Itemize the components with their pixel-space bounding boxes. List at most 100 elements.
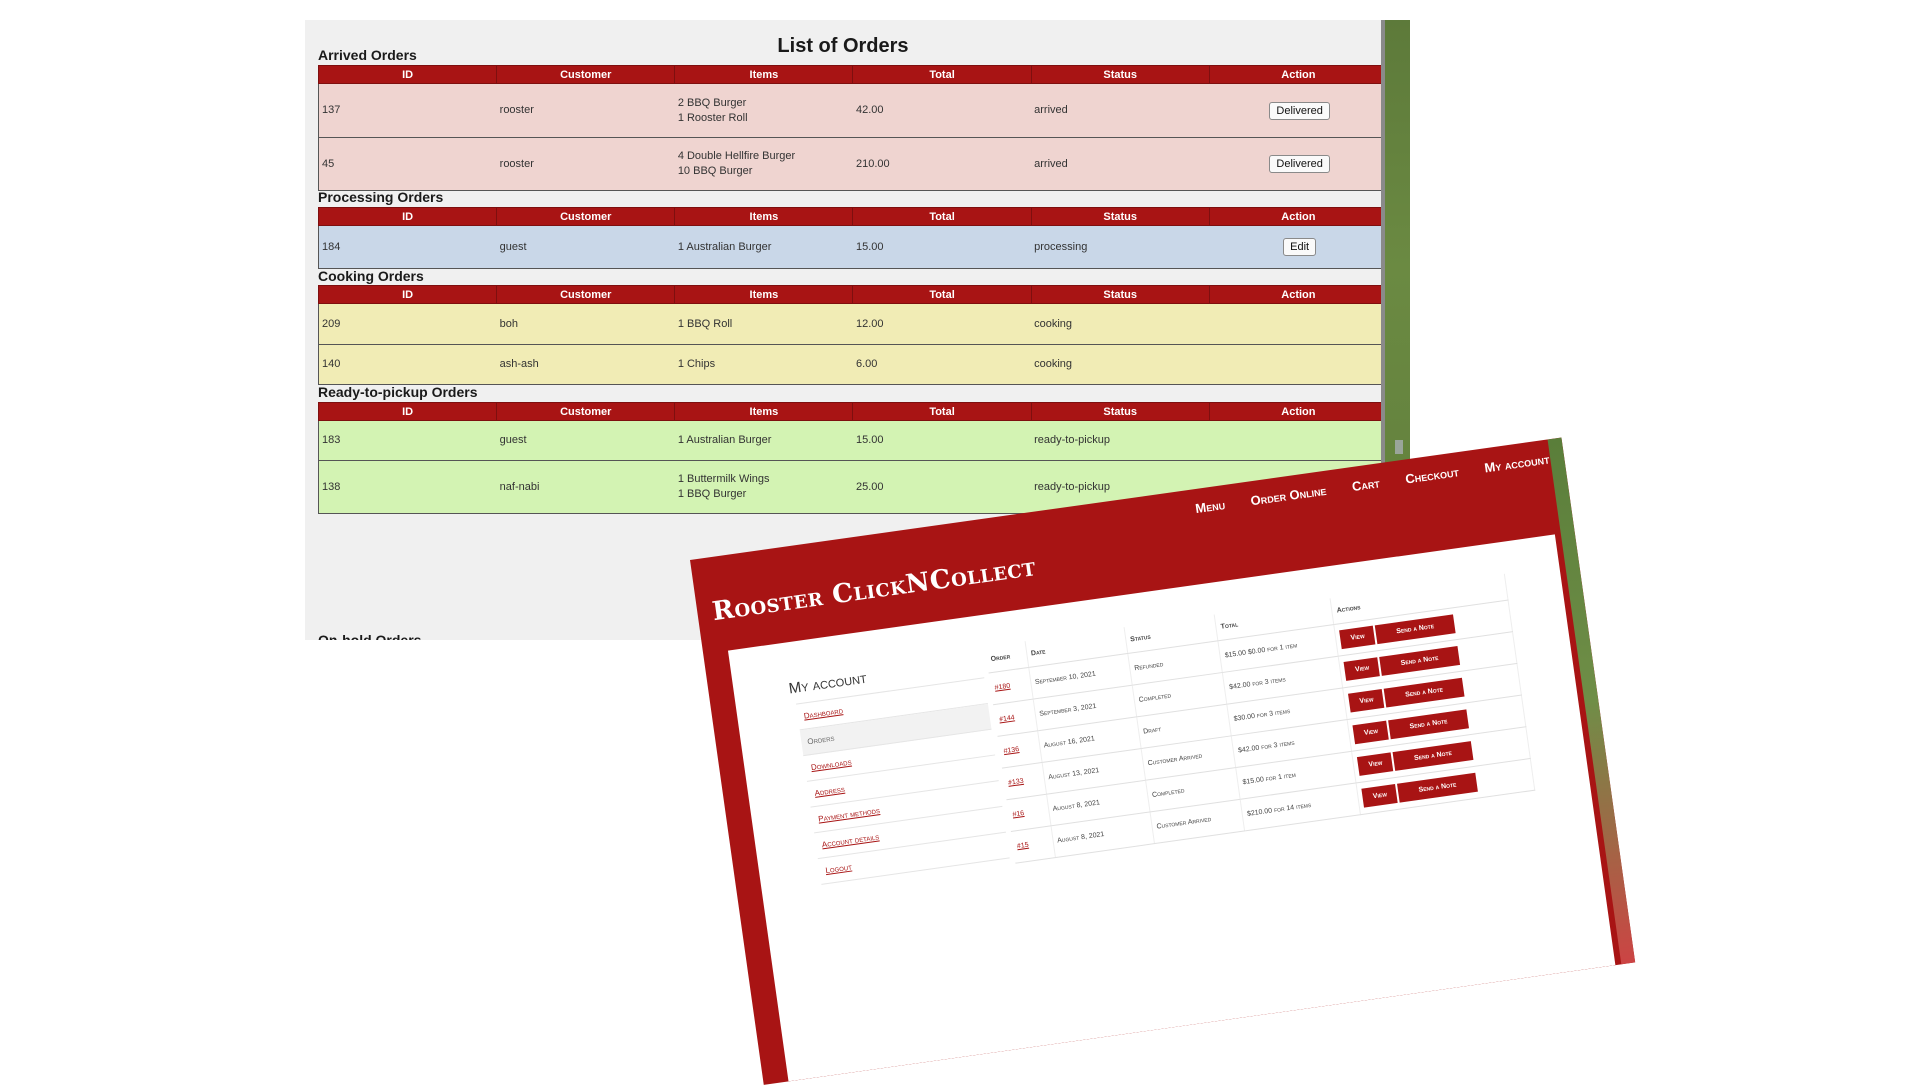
send-note-button[interactable]: Send a Note [1375,614,1456,645]
column-header: Action [1208,402,1389,421]
send-note-button[interactable]: Send a Note [1393,741,1473,771]
items-cell: 1 Australian Burger [674,225,853,269]
send-note-button[interactable]: Send a Note [1384,677,1465,708]
delivered-button[interactable]: Delivered [1269,155,1330,173]
column-header: Status [1030,402,1210,421]
column-header: Total [852,207,1032,226]
order-item: 1 Rooster Roll [677,111,748,124]
table-header-row: ID Customer Items Total Status Action [317,207,1389,226]
order-item: 1 Chips [677,358,716,370]
column-header: Action [1208,65,1389,84]
table-row: 140 ash-ash 1 Chips 6.00 cooking [317,344,1389,385]
table-row: 183 guest 1 Australian Burger 15.00 ready-to… [317,420,1389,461]
view-button[interactable]: View [1343,657,1381,681]
view-button[interactable]: View [1361,783,1399,808]
delivered-button[interactable]: Delivered [1269,101,1330,120]
account-nav: Dashboard Orders Downloads Address Payment m… [796,677,1010,885]
scroll-thumb[interactable] [1395,440,1403,454]
column-header: Total [852,65,1032,84]
items-cell: 1 BBQ Roll [674,303,853,345]
status-cell: arrived [1031,137,1210,191]
status-cell: cooking [1031,344,1210,385]
order-id-cell: 209 [317,303,497,345]
order-item: 1 Buttermilk Wings [677,473,770,485]
order-item: 1 Australian Burger [677,434,772,446]
customer-cell: boh [496,303,675,345]
send-note-button[interactable]: Send a Note [1388,709,1469,740]
customer-cell: rooster [496,83,675,138]
order-id-cell: 140 [317,344,497,385]
column-header: Action [1208,207,1389,226]
order-id-cell: 183 [317,420,497,461]
order-item: 2 BBQ Burger [677,96,747,109]
action-cell [1209,344,1389,385]
customer-cell: guest [496,420,675,461]
edit-button[interactable]: Edit [1283,238,1317,256]
table-row: 209 boh 1 BBQ Roll 12.00 cooking [317,303,1389,345]
table-row: 184 guest 1 Australian Burger 15.00 processi… [317,225,1389,269]
order-item: 1 BBQ Roll [677,317,733,330]
nav-order-online[interactable]: Order Online [1250,483,1328,508]
column-header: Total [852,402,1032,421]
section-title: Arrived Orders [318,47,417,63]
order-number-link[interactable]: #15 [1010,825,1056,864]
table-header-row: ID Customer Items Total Status Action [317,402,1389,421]
order-item: 1 BBQ Burger [677,488,747,500]
order-item: 1 Australian Burger [677,240,772,253]
status-cell: cooking [1031,303,1210,345]
table-header-row: ID Customer Items Total Status Action [317,285,1389,304]
order-id-cell: 184 [317,225,497,269]
action-cell: Delivered [1209,83,1389,138]
items-cell: 1 Buttermilk Wings 1 BBQ Burger [674,460,853,514]
nav-cart[interactable]: Cart [1351,475,1381,494]
column-header: Customer [496,402,676,421]
nav-menu[interactable]: Menu [1194,497,1226,516]
nav-checkout[interactable]: Checkout [1404,464,1459,486]
column-header: ID [317,65,498,84]
total-cell: 210.00 [852,137,1032,191]
view-button[interactable]: View [1352,720,1390,745]
customer-cell: guest [496,225,675,269]
section-title: Cooking Orders [318,268,424,284]
orders-table: ID Customer Items Total Status Action 184 guest… [317,207,1389,269]
column-header: Total [852,285,1032,304]
view-button[interactable]: View [1357,752,1394,776]
action-cell: Edit [1209,225,1389,269]
send-note-button[interactable]: Send a Note [1379,646,1460,676]
table-row: 137 rooster 2 BBQ Burger 1 Rooster Roll 42.0… [317,83,1389,138]
column-header: Status [1030,65,1210,84]
order-item: 10 BBQ Burger [677,165,753,177]
status-cell: processing [1031,225,1210,269]
items-cell: 2 BBQ Burger 1 Rooster Roll [674,83,853,138]
status-cell: ready-to-pickup [1031,420,1210,461]
action-cell [1209,420,1389,461]
view-button[interactable]: View [1339,625,1376,650]
action-cell [1209,303,1389,345]
order-item: 4 Double Hellfire Burger [677,150,796,162]
nav-my-account[interactable]: My account [1483,451,1550,475]
column-header: Customer [496,285,676,304]
column-header: Customer [496,65,676,84]
column-header: Customer [496,207,676,226]
column-header: Items [674,207,854,226]
view-button[interactable]: View [1348,688,1385,713]
column-header: ID [317,285,498,304]
account-title: My account [787,669,868,698]
items-cell: 1 Australian Burger [674,420,853,461]
order-id-cell: 138 [317,460,497,514]
send-note-button[interactable]: Send a Note [1397,772,1478,803]
column-header: Items [674,65,854,84]
items-cell: 4 Double Hellfire Burger 10 BBQ Burger [674,137,853,191]
total-cell: 42.00 [852,83,1032,138]
column-header: ID [317,207,498,226]
total-cell: 15.00 [852,225,1032,269]
orders-table: ID Customer Items Total Status Action 209 boh 1 … [317,285,1389,385]
column-header: Status [1030,207,1210,226]
order-id-cell: 137 [317,83,497,138]
column-header: Status [1030,285,1210,304]
order-id-cell: 45 [317,137,497,191]
total-cell: 12.00 [852,303,1032,345]
page-title: List of Orders [777,35,909,57]
column-header: Items [674,285,854,304]
section-title: Processing Orders [318,189,444,205]
